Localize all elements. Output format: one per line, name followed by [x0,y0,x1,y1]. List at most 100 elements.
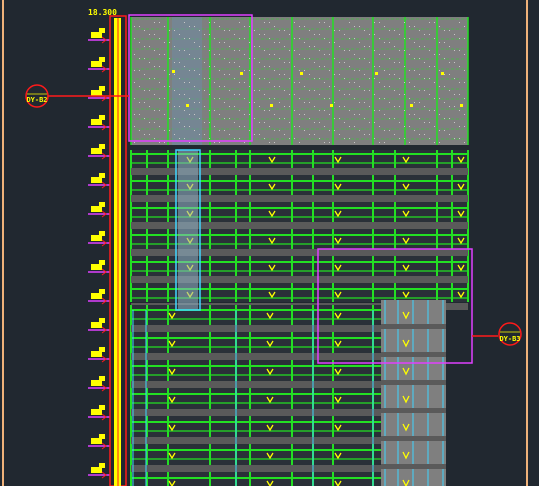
hatch-dot [394,118,395,119]
hatch-dot [399,138,400,139]
hatch-dot [154,34,155,35]
hatch-dot [334,102,335,103]
hatch-dot [174,30,175,31]
hatch-dot [414,42,415,43]
hatch-dot [354,114,355,115]
hatch-dot [174,90,175,91]
hatch-dot [404,50,405,51]
hatch-dot [399,94,400,95]
hatch-dot [174,134,175,135]
hatch-dot [284,46,285,47]
hatch-dot [324,126,325,127]
upper-marker [375,72,378,75]
hatch-dot [339,74,340,75]
hatch-dot [379,98,380,99]
hatch-dot [144,102,145,103]
hatch-dot [404,138,405,139]
hatch-dot [414,86,415,87]
hatch-dot [354,98,355,99]
hatch-dot [219,54,220,55]
hatch-dot [169,30,170,31]
hatch-dot [339,134,340,135]
hatch-dot [249,42,250,43]
cad-viewport[interactable]: 18.300 DY-B2 DY-B3 [0,0,539,486]
hatch-dot [414,114,415,115]
hatch-dot [244,98,245,99]
hatch-dot [189,142,190,143]
hatch-dot [419,74,420,75]
hatch-dot [279,130,280,131]
hatch-dot [389,86,390,87]
hatch-dot [324,142,325,143]
hatch-dot [309,58,310,59]
hatch-dot [259,122,260,123]
hatch-dot [139,102,140,103]
hatch-dot [319,138,320,139]
hatch-dot [204,78,205,79]
hatch-dot [434,110,435,111]
hatch-dot [409,70,410,71]
hatch-dot [269,38,270,39]
hatch-dot [179,138,180,139]
hatch-dot [174,62,175,63]
hatch-dot [414,130,415,131]
hatch-dot [144,46,145,47]
hatch-dot [409,82,410,83]
hatch-dot [134,82,135,83]
hatch-dot [364,30,365,31]
hatch-dot [394,90,395,91]
hatch-dot [304,86,305,87]
hatch-dot [264,94,265,95]
hatch-dot [179,78,180,79]
hatch-dot [389,118,390,119]
hatch-dot [329,142,330,143]
lower-right-slab [381,324,446,329]
hatch-dot [179,122,180,123]
level-tag-top [99,318,105,323]
hatch-dot [424,62,425,63]
hatch-dot [184,38,185,39]
hatch-dot [134,114,135,115]
hatch-dot [209,34,210,35]
hatch-dot [424,134,425,135]
hatch-dot [194,26,195,27]
hatch-dot [249,102,250,103]
hatch-dot [329,130,330,131]
hatch-dot [324,38,325,39]
hatch-dot [264,22,265,23]
elevation-drawing[interactable]: 18.300 DY-B2 DY-B3 [0,0,539,486]
hatch-dot [464,114,465,115]
hatch-dot [269,66,270,67]
hatch-dot [159,66,160,67]
hatch-dot [134,98,135,99]
hatch-dot [439,114,440,115]
hatch-dot [274,86,275,87]
hatch-dot [154,22,155,23]
hatch-dot [369,122,370,123]
hatch-dot [449,46,450,47]
hatch-dot [169,42,170,43]
hatch-dot [319,66,320,67]
hatch-dot [384,130,385,131]
hatch-dot [359,58,360,59]
hatch-dot [209,138,210,139]
hatch-dot [309,30,310,31]
hatch-dot [184,82,185,83]
hatch-dot [269,82,270,83]
hatch-dot [459,50,460,51]
lower-floor-slab [131,437,381,444]
hatch-dot [244,38,245,39]
hatch-dot [249,114,250,115]
hatch-dot [169,118,170,119]
hatch-dot [384,70,385,71]
hatch-dot [409,114,410,115]
hatch-dot [304,70,305,71]
hatch-dot [454,34,455,35]
hatch-dot [219,86,220,87]
hatch-dot [419,102,420,103]
hatch-dot [314,134,315,135]
hatch-dot [319,78,320,79]
hatch-dot [389,42,390,43]
hatch-dot [209,50,210,51]
hatch-dot [239,110,240,111]
